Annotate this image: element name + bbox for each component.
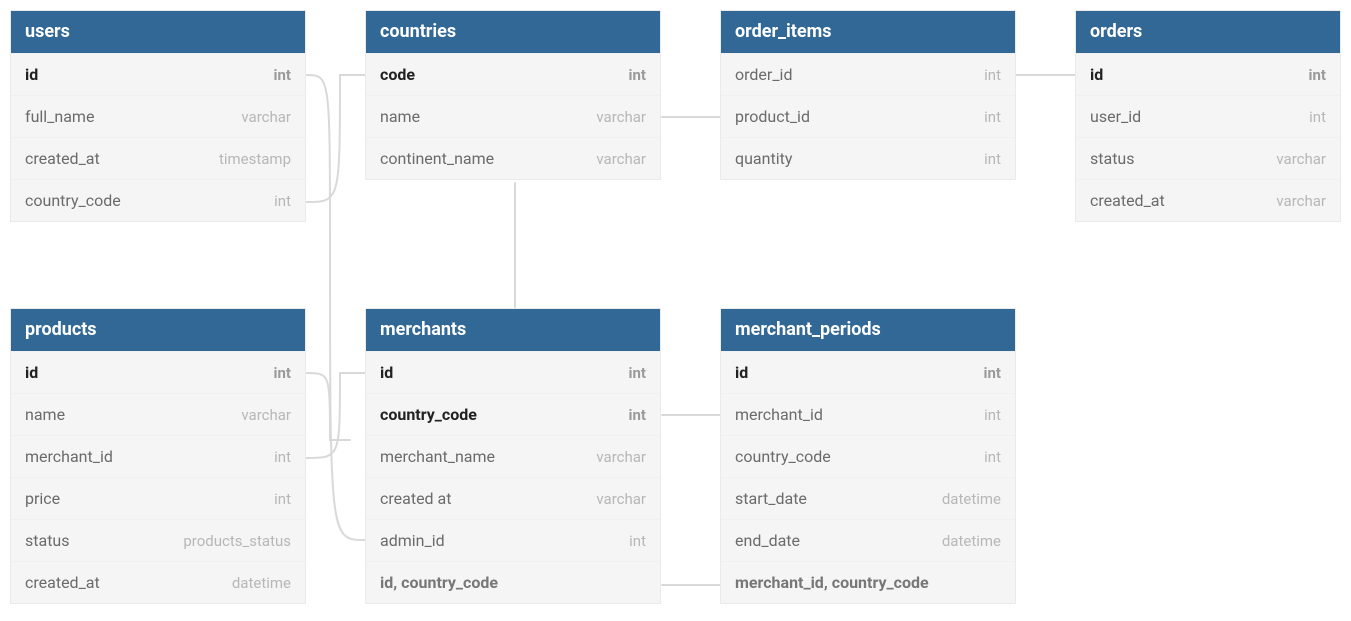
column-row: idint [11,351,305,393]
column-row: country_codeint [11,179,305,221]
table-header-order-items: order_items [721,11,1015,53]
column-row: created_atdatetime [11,561,305,603]
table-users[interactable]: users idint full_namevarchar created_att… [10,10,306,222]
column-row: continent_namevarchar [366,137,660,179]
table-header-merchants: merchants [366,309,660,351]
column-row: country_codeint [721,435,1015,477]
column-row: idint [366,351,660,393]
table-order-items[interactable]: order_items order_idint product_idint qu… [720,10,1016,180]
column-row: country_codeint [366,393,660,435]
column-row: namevarchar [11,393,305,435]
column-row: idint [1076,53,1340,95]
column-row: namevarchar [366,95,660,137]
column-row: start_datedatetime [721,477,1015,519]
column-row: order_idint [721,53,1015,95]
column-row: priceint [11,477,305,519]
column-row: codeint [366,53,660,95]
table-merchant-periods[interactable]: merchant_periods idint merchant_idint co… [720,308,1016,604]
table-header-merchant-periods: merchant_periods [721,309,1015,351]
table-orders[interactable]: orders idint user_idint statusvarchar cr… [1075,10,1341,222]
column-row: product_idint [721,95,1015,137]
column-row: created_atvarchar [1076,179,1340,221]
column-row: created_attimestamp [11,137,305,179]
table-header-users: users [11,11,305,53]
column-row: idint [11,53,305,95]
column-row: idint [721,351,1015,393]
column-row: merchant_idint [11,435,305,477]
column-row: full_namevarchar [11,95,305,137]
table-merchants[interactable]: merchants idint country_codeint merchant… [365,308,661,604]
composite-key-row: merchant_id, country_code [721,561,1015,603]
column-row: user_idint [1076,95,1340,137]
column-row: created atvarchar [366,477,660,519]
column-row: statusvarchar [1076,137,1340,179]
column-row: statusproducts_status [11,519,305,561]
column-row: merchant_idint [721,393,1015,435]
column-row: admin_idint [366,519,660,561]
column-row: quantityint [721,137,1015,179]
table-header-products: products [11,309,305,351]
column-row: end_datedatetime [721,519,1015,561]
table-countries[interactable]: countries codeint namevarchar continent_… [365,10,661,180]
table-header-countries: countries [366,11,660,53]
composite-key-row: id, country_code [366,561,660,603]
table-header-orders: orders [1076,11,1340,53]
table-products[interactable]: products idint namevarchar merchant_idin… [10,308,306,604]
column-row: merchant_namevarchar [366,435,660,477]
